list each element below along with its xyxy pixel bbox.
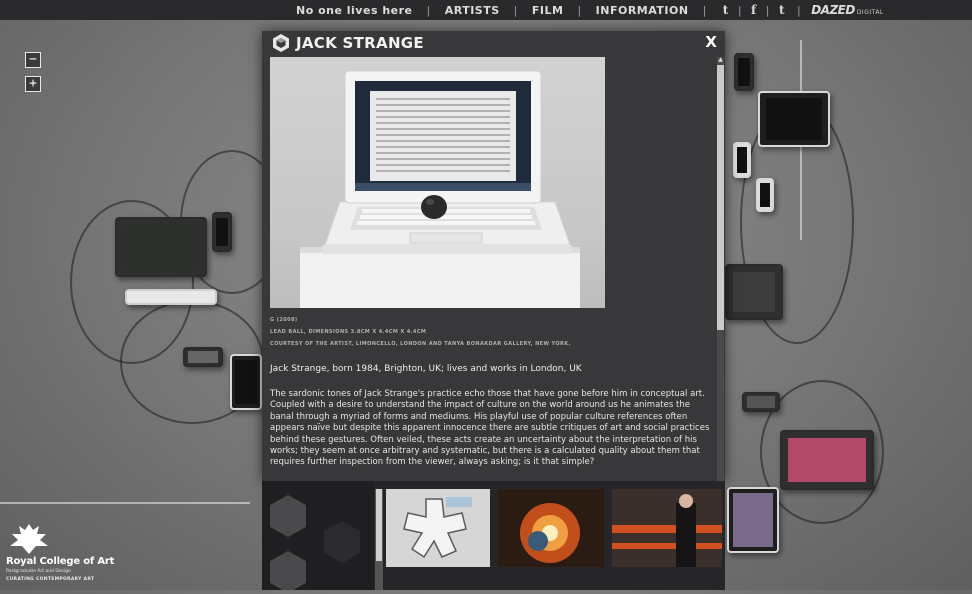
artwork-caption-title: G (2008) bbox=[270, 317, 298, 323]
rca-logo[interactable]: Royal College of Art Postgraduate Art an… bbox=[6, 522, 114, 582]
nav-artists-link[interactable]: ARTISTS bbox=[445, 4, 500, 17]
thumbnail-map[interactable] bbox=[386, 489, 490, 567]
nav-separator: | bbox=[702, 3, 707, 17]
explosion-thumbnail-illustration bbox=[520, 503, 580, 563]
background-ipad bbox=[758, 91, 830, 147]
rca-name: Royal College of Art bbox=[6, 556, 115, 567]
map-thumbnail-illustration bbox=[403, 497, 472, 559]
laptop-artwork-illustration bbox=[300, 70, 580, 308]
dazed-digital-sub: DIGITAL bbox=[856, 8, 884, 16]
artwork-caption-courtesy: COURTESY OF THE ARTIST, LIMONCELLO, LOND… bbox=[270, 341, 571, 347]
rca-crest-icon bbox=[10, 524, 48, 554]
background-phone bbox=[212, 212, 232, 252]
background-cable bbox=[0, 502, 250, 504]
background-phone bbox=[756, 178, 774, 212]
background-tablet bbox=[725, 264, 783, 320]
nav-separator: | bbox=[577, 3, 582, 17]
top-nav: No one lives here | ARTISTS | FILM | INF… bbox=[0, 0, 972, 20]
background-phone bbox=[183, 347, 223, 367]
hexagon-logo-icon bbox=[273, 34, 289, 52]
thumbnail-strip bbox=[262, 481, 725, 593]
background-power-strip bbox=[125, 289, 217, 305]
artist-description: The sardonic tones of Jack Strange's pra… bbox=[270, 389, 710, 468]
rca-subtitle: Postgraduate Art and Design bbox=[6, 569, 71, 574]
nav-film-link[interactable]: FILM bbox=[532, 4, 564, 17]
background-phone bbox=[733, 142, 751, 178]
background-ipad bbox=[230, 354, 262, 410]
strip-scroll-thumb[interactable] bbox=[376, 489, 382, 561]
modal-header: JACK STRANGE X bbox=[262, 31, 725, 55]
modal-scroll-thumb[interactable] bbox=[717, 65, 724, 330]
thumbnail-explosion[interactable] bbox=[498, 489, 604, 567]
close-button[interactable]: X bbox=[705, 33, 717, 51]
artist-modal: JACK STRANGE X ▲ G (2008) LEAD BALL, DIM… bbox=[262, 31, 725, 481]
thumbnail-performance[interactable] bbox=[612, 489, 722, 567]
twitter-icon[interactable]: t bbox=[779, 3, 785, 17]
modal-title: JACK STRANGE bbox=[296, 34, 424, 52]
zoom-out-button[interactable]: − bbox=[25, 52, 41, 68]
background-phone bbox=[742, 392, 780, 412]
background-ipad bbox=[727, 487, 779, 553]
background-tablet bbox=[780, 430, 874, 490]
nav-separator: | bbox=[796, 3, 802, 17]
dazed-digital-logo[interactable]: DAZED bbox=[811, 3, 855, 17]
nav-home-link[interactable]: No one lives here bbox=[296, 4, 413, 17]
nav-separator: | bbox=[737, 3, 743, 17]
hexagon-pattern bbox=[262, 481, 374, 593]
hexagon-pattern-icon bbox=[270, 495, 360, 593]
nav-separator: | bbox=[765, 3, 770, 17]
nav-information-link[interactable]: INFORMATION bbox=[596, 4, 689, 17]
nav-separator: | bbox=[513, 3, 518, 17]
background-phone bbox=[734, 53, 754, 91]
performance-thumbnail-illustration bbox=[612, 494, 722, 567]
artist-bio: Jack Strange, born 1984, Brighton, UK; l… bbox=[270, 364, 582, 374]
scroll-up-arrow-icon[interactable]: ▲ bbox=[717, 57, 724, 63]
artwork-image bbox=[270, 57, 605, 308]
nav-separator: | bbox=[426, 3, 431, 17]
facebook-icon[interactable]: f bbox=[751, 3, 757, 17]
artwork-caption-medium: LEAD BALL, DIMENSIONS 3.8CM X 4.4CM X 4.… bbox=[270, 329, 427, 335]
tumblr-icon[interactable]: t bbox=[723, 3, 729, 17]
zoom-in-button[interactable]: + bbox=[25, 76, 41, 92]
rca-department: CURATING CONTEMPORARY ART bbox=[6, 577, 95, 582]
background-tablet bbox=[115, 217, 207, 277]
